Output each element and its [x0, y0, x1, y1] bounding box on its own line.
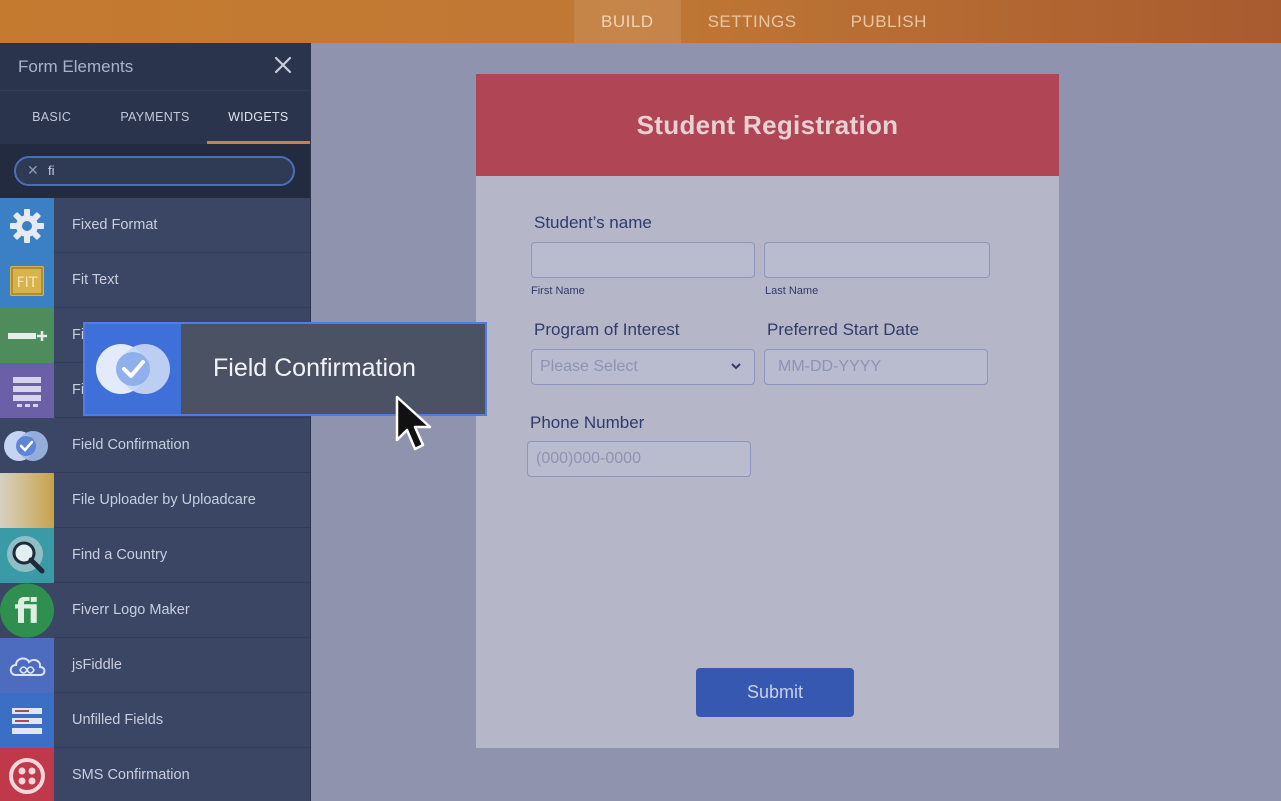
- sidebar-header: Form Elements: [0, 43, 310, 90]
- list-item-label: Find a Country: [72, 547, 168, 563]
- mouse-cursor-icon: [395, 395, 432, 451]
- list-item[interactable]: Find a Country: [0, 528, 310, 583]
- clear-search-icon[interactable]: ✕: [27, 162, 39, 179]
- last-name-sublabel: Last Name: [765, 285, 819, 297]
- phone-placeholder: (000)000-0000: [536, 450, 641, 467]
- list-item[interactable]: Fixed Format: [0, 198, 310, 253]
- svg-text:fi: fi: [14, 592, 39, 632]
- sidebar-title: Form Elements: [18, 57, 134, 76]
- top-nav: BUILD SETTINGS PUBLISH: [574, 0, 954, 43]
- search-value: fi: [48, 163, 55, 178]
- close-icon[interactable]: [272, 54, 294, 76]
- list-item-label: SMS Confirmation: [72, 767, 190, 783]
- program-label: Program of Interest: [534, 320, 680, 339]
- field-add-icon: [0, 308, 54, 363]
- list-icon: [0, 363, 54, 418]
- form-header: Student Registration: [476, 74, 1059, 176]
- cloud-icon: [0, 638, 54, 693]
- list-item[interactable]: Field Confirmation: [0, 418, 310, 473]
- tab-publish[interactable]: PUBLISH: [824, 0, 954, 43]
- list-item-label: File Uploader by Uploadcare: [72, 492, 256, 508]
- tab-payments[interactable]: PAYMENTS: [103, 91, 206, 144]
- list-item[interactable]: FIT Fit Text: [0, 253, 310, 308]
- field-confirmation-icon: [85, 324, 181, 414]
- tab-settings[interactable]: SETTINGS: [681, 0, 824, 43]
- phone-label: Phone Number: [530, 413, 645, 432]
- search-input[interactable]: ✕ fi: [14, 156, 295, 186]
- tab-build[interactable]: BUILD: [574, 0, 681, 43]
- list-item[interactable]: jsFiddle: [0, 638, 310, 693]
- program-placeholder: Please Select: [540, 358, 638, 375]
- list-item-label: jsFiddle: [72, 657, 122, 673]
- list-item-label: Fiverr Logo Maker: [72, 602, 190, 618]
- form-canvas: Student Registration Student’s name Firs…: [476, 74, 1059, 748]
- start-date-label: Preferred Start Date: [767, 320, 920, 339]
- tab-basic[interactable]: BASIC: [0, 91, 103, 144]
- uploadcare-icon: [0, 473, 54, 528]
- list-item[interactable]: fi Fiverr Logo Maker: [0, 583, 310, 638]
- list-item-label: Field Confirmation: [72, 437, 190, 453]
- list-item[interactable]: SMS Confirmation: [0, 748, 310, 801]
- first-name-sublabel: First Name: [531, 285, 585, 297]
- submit-button[interactable]: Submit: [696, 668, 854, 717]
- lines-icon: [0, 693, 54, 748]
- twilio-icon: [0, 748, 54, 801]
- start-date-field[interactable]: MM-DD-YYYY: [764, 349, 988, 385]
- first-name-field[interactable]: [531, 242, 755, 278]
- list-item[interactable]: Unfilled Fields: [0, 693, 310, 748]
- field-confirmation-icon: [0, 418, 54, 473]
- search-area: ✕ fi: [0, 144, 310, 198]
- list-item[interactable]: File Uploader by Uploadcare: [0, 473, 310, 528]
- list-item-label: Fixed Format: [72, 217, 158, 233]
- top-bar: BUILD SETTINGS PUBLISH: [0, 0, 1281, 43]
- chevron-down-icon: [731, 363, 741, 370]
- dragged-widget-label: Field Confirmation: [213, 354, 416, 382]
- start-date-placeholder: MM-DD-YYYY: [778, 358, 882, 375]
- list-item-label: Fit Text: [72, 272, 119, 288]
- student-name-label: Student’s name: [534, 213, 652, 232]
- form-title: Student Registration: [636, 109, 899, 140]
- sidebar-tabs: BASIC PAYMENTS WIDGETS: [0, 90, 310, 144]
- phone-field[interactable]: (000)000-0000: [527, 441, 751, 477]
- svg-text:FIT: FIT: [17, 275, 38, 291]
- gear-icon: [0, 198, 54, 253]
- form-elements-sidebar: Form Elements BASIC PAYMENTS WIDGETS ✕ f…: [0, 43, 311, 801]
- last-name-field[interactable]: [764, 242, 990, 278]
- program-select[interactable]: Please Select: [531, 349, 755, 385]
- widget-list: Fixed Format FIT Fit Text Fi Fi Field Co…: [0, 198, 310, 801]
- fiverr-icon: fi: [0, 583, 54, 638]
- tab-widgets[interactable]: WIDGETS: [206, 91, 310, 144]
- magnifier-globe-icon: [0, 528, 54, 583]
- list-item-label: Unfilled Fields: [72, 712, 164, 728]
- fit-text-icon: FIT: [0, 253, 54, 308]
